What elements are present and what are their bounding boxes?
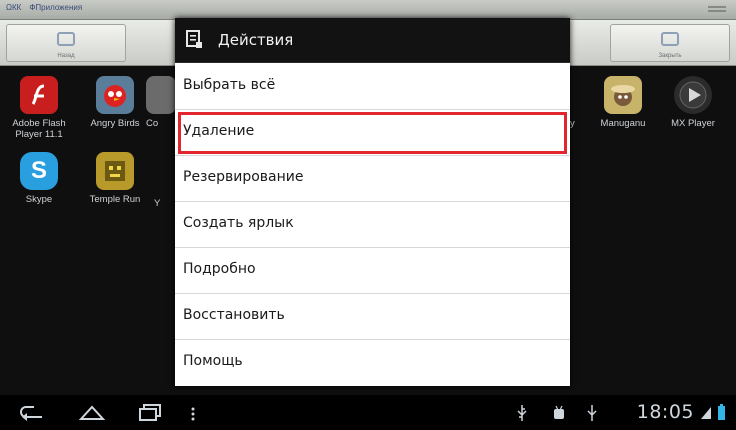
menu-item-label: Восстановить (183, 307, 285, 323)
bird-glyph (104, 85, 126, 107)
menu-item-restore[interactable]: Восстановить (175, 294, 570, 340)
toolbar-left-button[interactable]: Назад (6, 24, 126, 62)
toolbar-left-label: Назад (57, 53, 75, 59)
system-bar: 18:05 (0, 395, 736, 430)
menu-item-create-shortcut[interactable]: Создать ярлык (175, 202, 570, 248)
actions-dialog: Действия Выбрать всё Удаление Резервиров… (175, 18, 570, 386)
android-debug-icon (554, 405, 564, 419)
usb-icon (517, 405, 527, 421)
app-label: Adobe Flash Player 11.1 (12, 118, 66, 140)
skype-icon: S (20, 152, 58, 190)
toolbar-right-label: Закрыть (658, 53, 682, 59)
play-icon (679, 81, 707, 109)
top-strip: ΩКК ФПриложения (0, 0, 736, 20)
app-mx-player[interactable]: MX Player (660, 76, 726, 129)
dialog-header: Действия (175, 18, 570, 63)
trash-icon (661, 32, 679, 46)
recent-apps-icon[interactable] (136, 403, 164, 423)
app-skype[interactable]: S Skype (6, 152, 72, 205)
menu-item-label: Выбрать всё (183, 77, 276, 93)
manuganu-glyph (611, 85, 635, 106)
usb-icon-2 (587, 405, 597, 421)
temple-run-icon (96, 152, 134, 190)
manuganu-icon (604, 76, 642, 114)
menu-item-help[interactable]: Помощь (175, 340, 570, 386)
browser-tab-2[interactable]: ФПриложения (29, 3, 82, 12)
app-label: Y (154, 198, 161, 209)
app-label: Manuganu (600, 118, 646, 129)
app-label: y (570, 118, 575, 129)
browser-tabs: ΩКК ФПриложения (6, 3, 82, 12)
mx-player-icon (674, 76, 712, 114)
menu-item-label: Создать ярлык (183, 215, 294, 231)
menu-item-details[interactable]: Подробно (175, 248, 570, 294)
android-screen: ΩКК ФПриложения Назад Закрыть Adobe Flas… (0, 0, 736, 430)
browser-tab-1[interactable]: ΩКК (6, 3, 21, 12)
app-angry-birds[interactable]: Angry Birds (82, 76, 148, 129)
menu-item-select-all[interactable]: Выбрать всё (175, 64, 570, 110)
flash-glyph (31, 84, 45, 105)
home-icon (57, 32, 75, 46)
app-flash-player[interactable]: Adobe Flash Player 11.1 (6, 76, 72, 140)
actions-icon (186, 30, 202, 48)
highlight-box (178, 112, 567, 154)
app-partial-2[interactable]: Y (154, 152, 176, 209)
app-manuganu[interactable]: Manuganu (590, 76, 656, 129)
app-temple-run[interactable]: Temple Run (82, 152, 148, 205)
grip-icon (708, 6, 726, 12)
home-nav-icon[interactable] (78, 403, 106, 423)
battery-icon (718, 404, 725, 420)
menu-item-label: Подробно (183, 261, 256, 277)
app-label: Angry Birds (90, 118, 140, 129)
angry-birds-icon (96, 76, 134, 114)
app-label: Co (146, 118, 159, 129)
flash-icon (20, 76, 58, 114)
signal-icon (701, 407, 711, 419)
dialog-title: Действия (218, 31, 294, 49)
temple-glyph (105, 161, 125, 181)
back-icon[interactable] (18, 405, 46, 421)
menu-item-label: Резервирование (183, 169, 304, 185)
app-label: Skype (25, 194, 53, 205)
status-clock: 18:05 (636, 401, 694, 423)
partial-app-icon (146, 76, 176, 114)
app-label: Temple Run (89, 194, 141, 205)
toolbar-right-button[interactable]: Закрыть (610, 24, 730, 62)
app-partial-3[interactable]: y (570, 76, 590, 129)
menu-item-label: Помощь (183, 353, 243, 369)
app-partial-1[interactable]: Co (146, 76, 178, 129)
overflow-menu-icon[interactable] (190, 407, 196, 421)
app-label: MX Player (671, 118, 715, 129)
menu-item-backup[interactable]: Резервирование (175, 156, 570, 202)
